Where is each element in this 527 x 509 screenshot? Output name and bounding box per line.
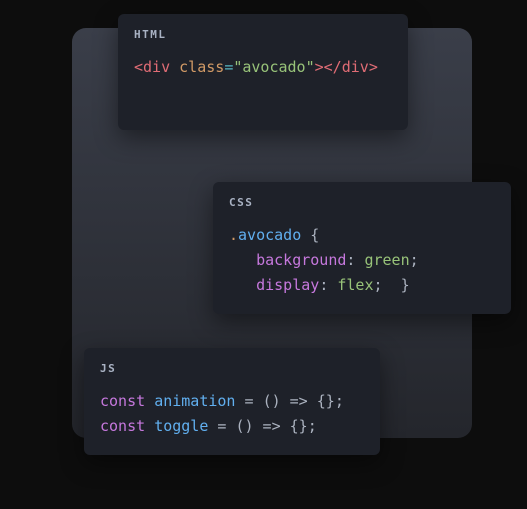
token-tag: div	[342, 58, 369, 76]
token-dot: .	[229, 226, 238, 244]
token-bracket: >	[315, 58, 324, 76]
token-brace: }	[401, 276, 410, 294]
token-keyword: const	[100, 392, 145, 410]
token-attr: class	[179, 58, 224, 76]
token-bracket: </	[324, 58, 342, 76]
token-prop: background	[256, 251, 346, 269]
token-value: green	[364, 251, 409, 269]
token-space	[383, 276, 401, 294]
code-card-html: HTML <div class="avocado"></div>	[118, 14, 408, 130]
token-semicolon: ;	[308, 417, 317, 435]
card-label-js: JS	[100, 362, 364, 375]
token-value: flex	[337, 276, 373, 294]
token-semicolon: ;	[335, 392, 344, 410]
code-block-html: <div class="avocado"></div>	[134, 55, 392, 80]
code-card-css: CSS .avocado { background: green; displa…	[213, 182, 511, 314]
card-label-css: CSS	[229, 196, 495, 209]
token-identifier: animation	[154, 392, 235, 410]
token-arrow-fn: () => {}	[235, 417, 307, 435]
token-newline	[229, 276, 256, 294]
token-keyword: const	[100, 417, 145, 435]
token-semicolon: ;	[374, 276, 383, 294]
token-brace: {	[310, 226, 319, 244]
token-identifier: toggle	[154, 417, 208, 435]
token-semicolon: ;	[410, 251, 419, 269]
token-prop: display	[256, 276, 319, 294]
token-bracket: >	[369, 58, 378, 76]
code-block-js: const animation = () => {}; const toggle…	[100, 389, 364, 439]
token-arrow-fn: () => {}	[263, 392, 335, 410]
token-tag: div	[143, 58, 170, 76]
token-eq: =	[245, 392, 254, 410]
token-newline	[229, 251, 256, 269]
token-space	[145, 392, 154, 410]
token-eq: =	[224, 58, 233, 76]
code-block-css: .avocado { background: green; display: f…	[229, 223, 495, 298]
token-bracket: <	[134, 58, 143, 76]
token-space	[301, 226, 310, 244]
token-space	[254, 392, 263, 410]
token-colon: :	[319, 276, 328, 294]
card-label-html: HTML	[134, 28, 392, 41]
code-card-js: JS const animation = () => {}; const tog…	[84, 348, 380, 455]
token-space	[145, 417, 154, 435]
token-space	[170, 58, 179, 76]
token-selector: avocado	[238, 226, 301, 244]
token-quote: "	[306, 58, 315, 76]
token-string: avocado	[242, 58, 305, 76]
token-space	[235, 392, 244, 410]
